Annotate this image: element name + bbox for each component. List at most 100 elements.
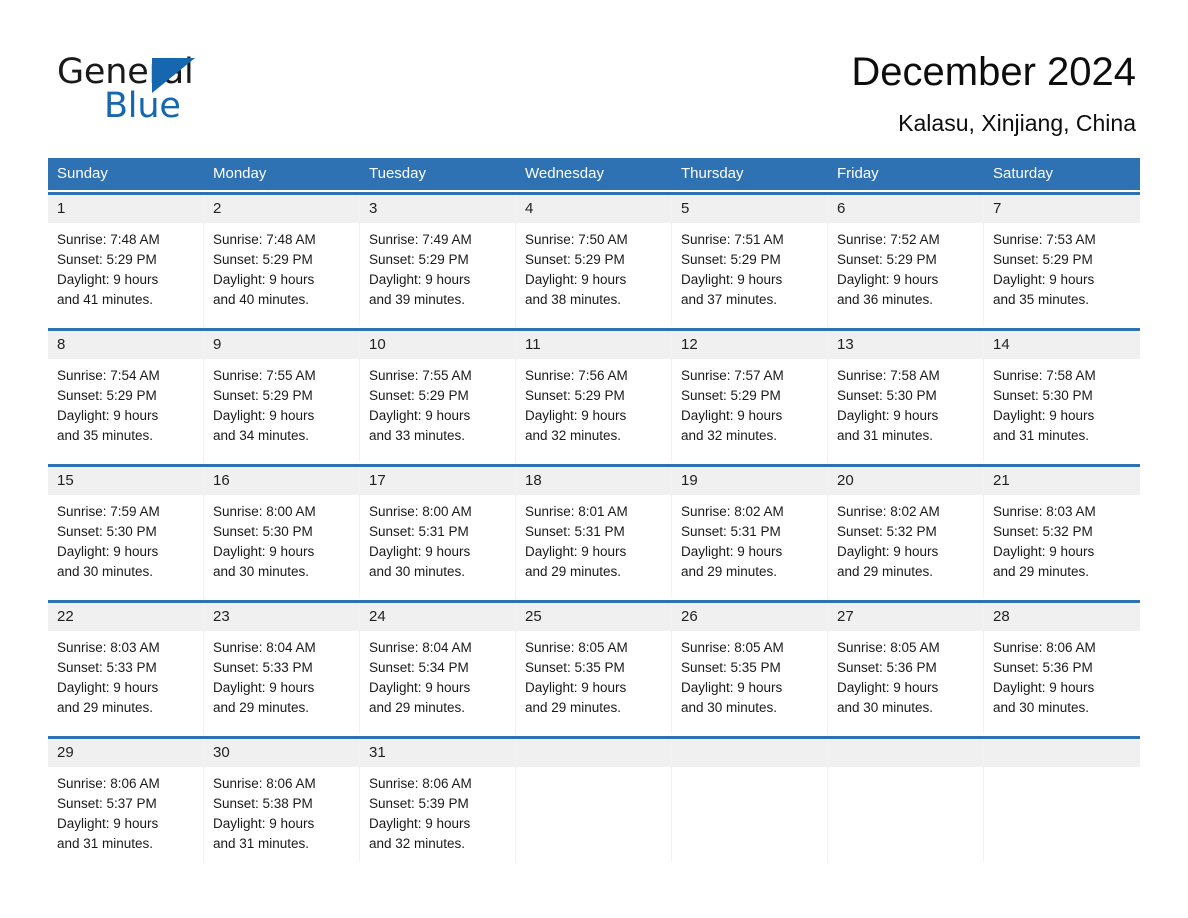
sunrise-text: Sunrise: 7:48 AM [213,232,316,247]
day-cell[interactable]: 31 Sunrise: 8:06 AM Sunset: 5:39 PM Dayligh… [360,739,516,862]
day-cell[interactable]: 14 Sunrise: 7:58 AM Sunset: 5:30 PM Dayligh… [984,331,1140,462]
calendar-page: General Blue December 2024 Kalasu, Xinji… [0,0,1188,918]
sunrise-text: Sunrise: 7:53 AM [993,232,1096,247]
sunset-text: Sunset: 5:29 PM [369,388,469,403]
sunset-text: Sunset: 5:37 PM [57,796,157,811]
day-cell[interactable]: 15 Sunrise: 7:59 AM Sunset: 5:30 PM Dayligh… [48,467,204,598]
sunrise-text: Sunrise: 8:05 AM [681,640,784,655]
weekday-header-friday: Friday [837,165,879,182]
sunset-text: Sunset: 5:29 PM [369,252,469,267]
daylight-text-line1: Daylight: 9 hours [525,680,627,695]
day-cell-empty [984,739,1140,862]
sunrise-text: Sunrise: 7:56 AM [525,368,628,383]
daylight-text-line1: Daylight: 9 hours [369,544,471,559]
daylight-text-line1: Daylight: 9 hours [57,408,159,423]
day-cell[interactable]: 26 Sunrise: 8:05 AM Sunset: 5:35 PM Dayligh… [672,603,828,734]
daylight-text-line1: Daylight: 9 hours [837,408,939,423]
day-cell[interactable]: 8 Sunrise: 7:54 AM Sunset: 5:29 PM Daylight… [48,331,204,462]
day-cell[interactable]: 11 Sunrise: 7:56 AM Sunset: 5:29 PM Dayligh… [516,331,672,462]
daylight-text-line2: and 35 minutes. [57,428,154,443]
sunset-text: Sunset: 5:29 PM [837,252,937,267]
daylight-text-line1: Daylight: 9 hours [369,680,471,695]
daylight-text-line2: and 35 minutes. [993,292,1090,307]
daylight-text-line2: and 29 minutes. [525,564,622,579]
day-cell[interactable]: 4 Sunrise: 7:50 AM Sunset: 5:29 PM Daylight… [516,195,672,326]
day-info: Sunrise: 7:54 AM Sunset: 5:29 PM Daylight:… [48,359,203,446]
day-info: Sunrise: 8:05 AM Sunset: 5:36 PM Daylight:… [828,631,983,718]
sunset-text: Sunset: 5:29 PM [681,252,781,267]
day-cell[interactable]: 17 Sunrise: 8:00 AM Sunset: 5:31 PM Dayligh… [360,467,516,598]
day-info: Sunrise: 8:02 AM Sunset: 5:32 PM Daylight:… [828,495,983,582]
daylight-text-line1: Daylight: 9 hours [57,272,159,287]
sunset-text: Sunset: 5:30 PM [837,388,937,403]
day-cell[interactable]: 30 Sunrise: 8:06 AM Sunset: 5:38 PM Dayligh… [204,739,360,862]
day-cell[interactable]: 20 Sunrise: 8:02 AM Sunset: 5:32 PM Dayligh… [828,467,984,598]
day-cell[interactable]: 1 Sunrise: 7:48 AM Sunset: 5:29 PM Daylight… [48,195,204,326]
day-cell[interactable]: 19 Sunrise: 8:02 AM Sunset: 5:31 PM Dayligh… [672,467,828,598]
daylight-text-line2: and 29 minutes. [525,700,622,715]
day-number: 3 [360,195,515,223]
weekday-header-saturday: Saturday [993,165,1054,182]
day-info: Sunrise: 7:48 AM Sunset: 5:29 PM Daylight:… [48,223,203,310]
day-info: Sunrise: 8:05 AM Sunset: 5:35 PM Daylight:… [672,631,827,718]
day-cell[interactable]: 22 Sunrise: 8:03 AM Sunset: 5:33 PM Dayligh… [48,603,204,734]
sunrise-text: Sunrise: 8:02 AM [681,504,784,519]
week-row: 15 Sunrise: 7:59 AM Sunset: 5:30 PM Dayligh… [48,464,1140,598]
weekday-header-wednesday: Wednesday [525,165,604,182]
daylight-text-line1: Daylight: 9 hours [525,544,627,559]
day-cell[interactable]: 3 Sunrise: 7:49 AM Sunset: 5:29 PM Daylight… [360,195,516,326]
day-number: 23 [204,603,359,631]
sunset-text: Sunset: 5:36 PM [837,660,937,675]
day-cell[interactable]: 16 Sunrise: 8:00 AM Sunset: 5:30 PM Dayligh… [204,467,360,598]
day-cell[interactable]: 12 Sunrise: 7:57 AM Sunset: 5:29 PM Dayligh… [672,331,828,462]
week-row: 1 Sunrise: 7:48 AM Sunset: 5:29 PM Daylight… [48,192,1140,326]
daylight-text-line1: Daylight: 9 hours [213,408,315,423]
sunrise-text: Sunrise: 7:58 AM [837,368,940,383]
day-number: 20 [828,467,983,495]
sunset-text: Sunset: 5:29 PM [525,388,625,403]
sunset-text: Sunset: 5:29 PM [57,388,157,403]
sunset-text: Sunset: 5:29 PM [213,252,313,267]
day-info: Sunrise: 7:50 AM Sunset: 5:29 PM Daylight:… [516,223,671,310]
day-cell[interactable]: 13 Sunrise: 7:58 AM Sunset: 5:30 PM Dayligh… [828,331,984,462]
day-cell[interactable]: 29 Sunrise: 8:06 AM Sunset: 5:37 PM Dayligh… [48,739,204,862]
brand-logo[interactable]: General Blue [57,52,357,128]
sunrise-text: Sunrise: 7:49 AM [369,232,472,247]
day-number: 14 [984,331,1140,359]
day-number: 15 [48,467,203,495]
day-number: 12 [672,331,827,359]
day-cell[interactable]: 25 Sunrise: 8:05 AM Sunset: 5:35 PM Dayligh… [516,603,672,734]
day-cell[interactable]: 2 Sunrise: 7:48 AM Sunset: 5:29 PM Daylight… [204,195,360,326]
day-cell[interactable]: 23 Sunrise: 8:04 AM Sunset: 5:33 PM Dayligh… [204,603,360,734]
day-number: 30 [204,739,359,767]
day-cell[interactable]: 6 Sunrise: 7:52 AM Sunset: 5:29 PM Daylight… [828,195,984,326]
day-number [516,739,671,767]
day-number: 13 [828,331,983,359]
sunrise-text: Sunrise: 7:50 AM [525,232,628,247]
daylight-text-line2: and 30 minutes. [681,700,778,715]
day-info: Sunrise: 7:53 AM Sunset: 5:29 PM Daylight:… [984,223,1140,310]
daylight-text-line1: Daylight: 9 hours [525,408,627,423]
week-row: 8 Sunrise: 7:54 AM Sunset: 5:29 PM Daylight… [48,328,1140,462]
sunset-text: Sunset: 5:30 PM [57,524,157,539]
day-cell[interactable]: 24 Sunrise: 8:04 AM Sunset: 5:34 PM Dayligh… [360,603,516,734]
day-cell[interactable]: 21 Sunrise: 8:03 AM Sunset: 5:32 PM Dayligh… [984,467,1140,598]
daylight-text-line1: Daylight: 9 hours [57,680,159,695]
day-cell-empty [828,739,984,862]
day-cell[interactable]: 9 Sunrise: 7:55 AM Sunset: 5:29 PM Daylight… [204,331,360,462]
daylight-text-line2: and 30 minutes. [57,564,154,579]
daylight-text-line2: and 37 minutes. [681,292,778,307]
day-cell[interactable]: 28 Sunrise: 8:06 AM Sunset: 5:36 PM Dayligh… [984,603,1140,734]
day-info: Sunrise: 7:59 AM Sunset: 5:30 PM Daylight:… [48,495,203,582]
sunrise-text: Sunrise: 7:55 AM [369,368,472,383]
day-cell[interactable]: 27 Sunrise: 8:05 AM Sunset: 5:36 PM Dayligh… [828,603,984,734]
day-info: Sunrise: 7:57 AM Sunset: 5:29 PM Daylight:… [672,359,827,446]
sunset-text: Sunset: 5:39 PM [369,796,469,811]
day-cell[interactable]: 7 Sunrise: 7:53 AM Sunset: 5:29 PM Daylight… [984,195,1140,326]
day-number: 7 [984,195,1140,223]
day-cell[interactable]: 18 Sunrise: 8:01 AM Sunset: 5:31 PM Dayligh… [516,467,672,598]
sunrise-text: Sunrise: 8:05 AM [837,640,940,655]
day-info: Sunrise: 8:04 AM Sunset: 5:34 PM Daylight:… [360,631,515,718]
day-cell[interactable]: 5 Sunrise: 7:51 AM Sunset: 5:29 PM Daylight… [672,195,828,326]
day-cell[interactable]: 10 Sunrise: 7:55 AM Sunset: 5:29 PM Dayligh… [360,331,516,462]
